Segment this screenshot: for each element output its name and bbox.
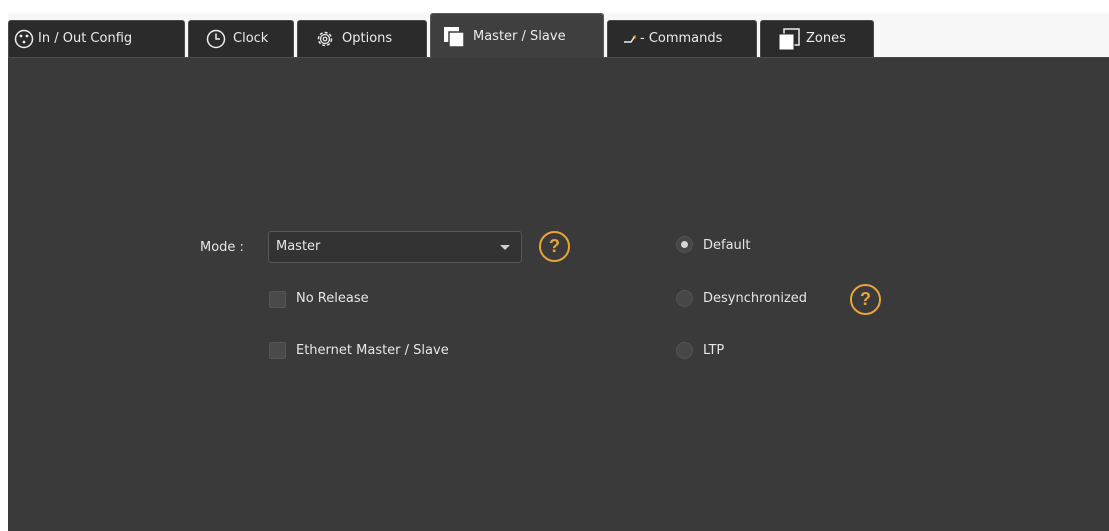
ltp-radio-label: LTP xyxy=(703,343,725,358)
tab-label: In / Out Config xyxy=(38,31,133,46)
tab-label: Master / Slave xyxy=(473,29,566,44)
mode-help-icon[interactable]: ? xyxy=(539,231,570,262)
master-slave-panel xyxy=(8,57,1109,531)
mode-select-value: Master xyxy=(276,239,321,254)
tab-label: Zones xyxy=(806,31,846,46)
tab-clock[interactable]: Clock xyxy=(188,20,294,57)
radio-selected-dot xyxy=(681,241,688,248)
app-window: In / Out Config Clock Options Master / S… xyxy=(0,0,1109,531)
master-slave-icon xyxy=(442,14,466,80)
tab-commands[interactable]: - Commands xyxy=(607,20,757,57)
ethernet-master-slave-checkbox[interactable] xyxy=(269,342,286,359)
tab-label: Options xyxy=(342,31,393,46)
desynchronized-radio[interactable] xyxy=(676,290,693,307)
ltp-radio[interactable] xyxy=(676,342,693,359)
mode-label: Mode : xyxy=(200,240,244,255)
desynchronized-help-icon[interactable]: ? xyxy=(850,284,881,315)
mode-select[interactable]: Master xyxy=(268,231,522,263)
tab-zones[interactable]: Zones xyxy=(760,20,874,57)
tab-label: Clock xyxy=(233,31,269,46)
tab-options[interactable]: Options xyxy=(297,20,427,57)
default-radio-label: Default xyxy=(703,238,751,253)
no-release-checkbox[interactable] xyxy=(269,291,286,308)
tab-in-out-config[interactable]: In / Out Config xyxy=(8,20,185,57)
chevron-down-icon xyxy=(500,245,510,250)
desynchronized-radio-label: Desynchronized xyxy=(703,291,808,306)
no-release-label: No Release xyxy=(296,291,369,306)
tab-label: - Commands xyxy=(640,31,723,46)
ethernet-master-slave-label: Ethernet Master / Slave xyxy=(296,343,449,358)
tab-master-slave[interactable]: Master / Slave xyxy=(430,13,604,58)
default-radio[interactable] xyxy=(676,236,693,253)
